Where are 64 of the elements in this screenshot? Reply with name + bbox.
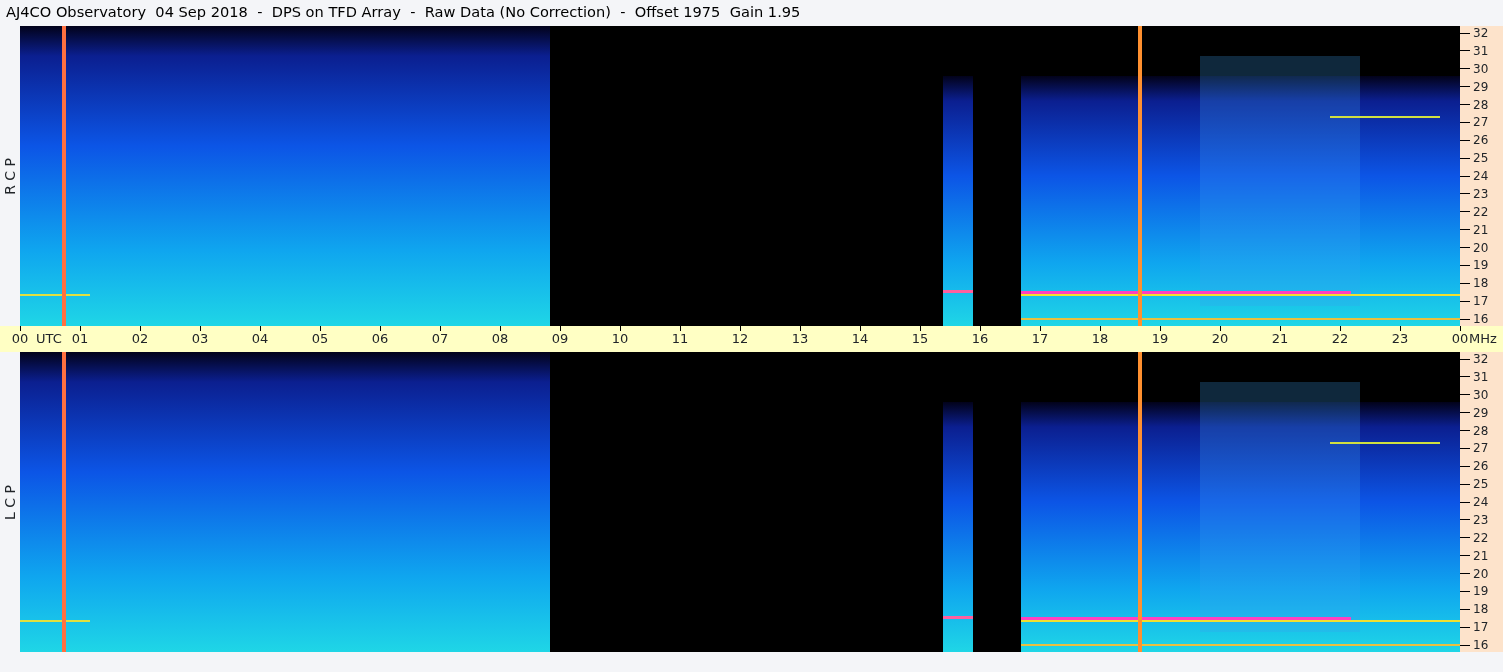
frequency-label: 29 xyxy=(1473,79,1489,94)
channel-label: R C P xyxy=(0,157,19,195)
hour-label: 02 xyxy=(131,331,149,347)
frequency-label: 30 xyxy=(1473,61,1489,76)
hour-label: 19 xyxy=(1151,331,1169,347)
frequency-label: 31 xyxy=(1473,369,1489,384)
hour-label: 00 xyxy=(1451,331,1469,347)
frequency-label: 26 xyxy=(1473,133,1489,148)
frequency-label: 27 xyxy=(1473,115,1489,130)
frequency-label: 28 xyxy=(1473,423,1489,438)
frequency-label: 21 xyxy=(1473,222,1489,237)
frequency-label: 18 xyxy=(1473,602,1489,617)
hour-label: 15 xyxy=(911,331,929,347)
hour-label: 00 xyxy=(11,331,29,347)
frequency-label: 25 xyxy=(1473,477,1489,492)
frequency-label: 23 xyxy=(1473,186,1489,201)
frequency-label: 30 xyxy=(1473,387,1489,402)
hour-label: 06 xyxy=(371,331,389,347)
frequency-label: 29 xyxy=(1473,405,1489,420)
frequency-label: 27 xyxy=(1473,441,1489,456)
frequency-label: 20 xyxy=(1473,240,1489,255)
hour-label: 05 xyxy=(311,331,329,347)
hour-label: 16 xyxy=(971,331,989,347)
frequency-label: 22 xyxy=(1473,204,1489,219)
frequency-label: 17 xyxy=(1473,620,1489,635)
hour-label: 04 xyxy=(251,331,269,347)
frequency-label: 18 xyxy=(1473,276,1489,291)
window-title: AJ4CO Observatory 04 Sep 2018 - DPS on TFD Array - Raw Data (No Correction) - Offset 1975 Gain 1.95 xyxy=(5,2,802,22)
frequency-label: 20 xyxy=(1473,566,1489,581)
frequency-label: 21 xyxy=(1473,548,1489,563)
hour-label: 07 xyxy=(431,331,449,347)
channel-label: L C P xyxy=(0,484,19,520)
hour-label: 12 xyxy=(731,331,749,347)
frequency-label: 24 xyxy=(1473,169,1489,183)
frequency-label: 16 xyxy=(1473,312,1489,326)
frequency-label: 19 xyxy=(1473,258,1489,273)
hour-label: 20 xyxy=(1211,331,1229,347)
frequency-label: 22 xyxy=(1473,530,1489,545)
frequency-label: 28 xyxy=(1473,97,1489,112)
frequency-label: 16 xyxy=(1473,638,1489,652)
hour-label: 14 xyxy=(851,331,869,347)
hour-label: 10 xyxy=(611,331,629,347)
hour-label: 21 xyxy=(1271,331,1289,347)
hour-label: 22 xyxy=(1331,331,1349,347)
frequency-label: 24 xyxy=(1473,495,1489,509)
frequency-label: 17 xyxy=(1473,294,1489,309)
hour-label: 11 xyxy=(671,331,689,347)
unit-label: MHz xyxy=(1469,331,1497,347)
timezone-label: UTC xyxy=(36,331,62,347)
hour-label: 17 xyxy=(1031,331,1049,347)
hour-label: 01 xyxy=(71,331,89,347)
frequency-label: 32 xyxy=(1473,352,1489,366)
frequency-label: 25 xyxy=(1473,151,1489,166)
hour-label: 03 xyxy=(191,331,209,347)
frequency-label: 32 xyxy=(1473,26,1489,40)
hour-label: 08 xyxy=(491,331,509,347)
hour-label: 23 xyxy=(1391,331,1409,347)
hour-label: 13 xyxy=(791,331,809,347)
hour-label: 09 xyxy=(551,331,569,347)
frequency-label: 23 xyxy=(1473,512,1489,527)
frequency-label: 19 xyxy=(1473,584,1489,599)
frequency-label: 31 xyxy=(1473,43,1489,58)
hour-label: 18 xyxy=(1091,331,1109,347)
frequency-label: 26 xyxy=(1473,459,1489,474)
